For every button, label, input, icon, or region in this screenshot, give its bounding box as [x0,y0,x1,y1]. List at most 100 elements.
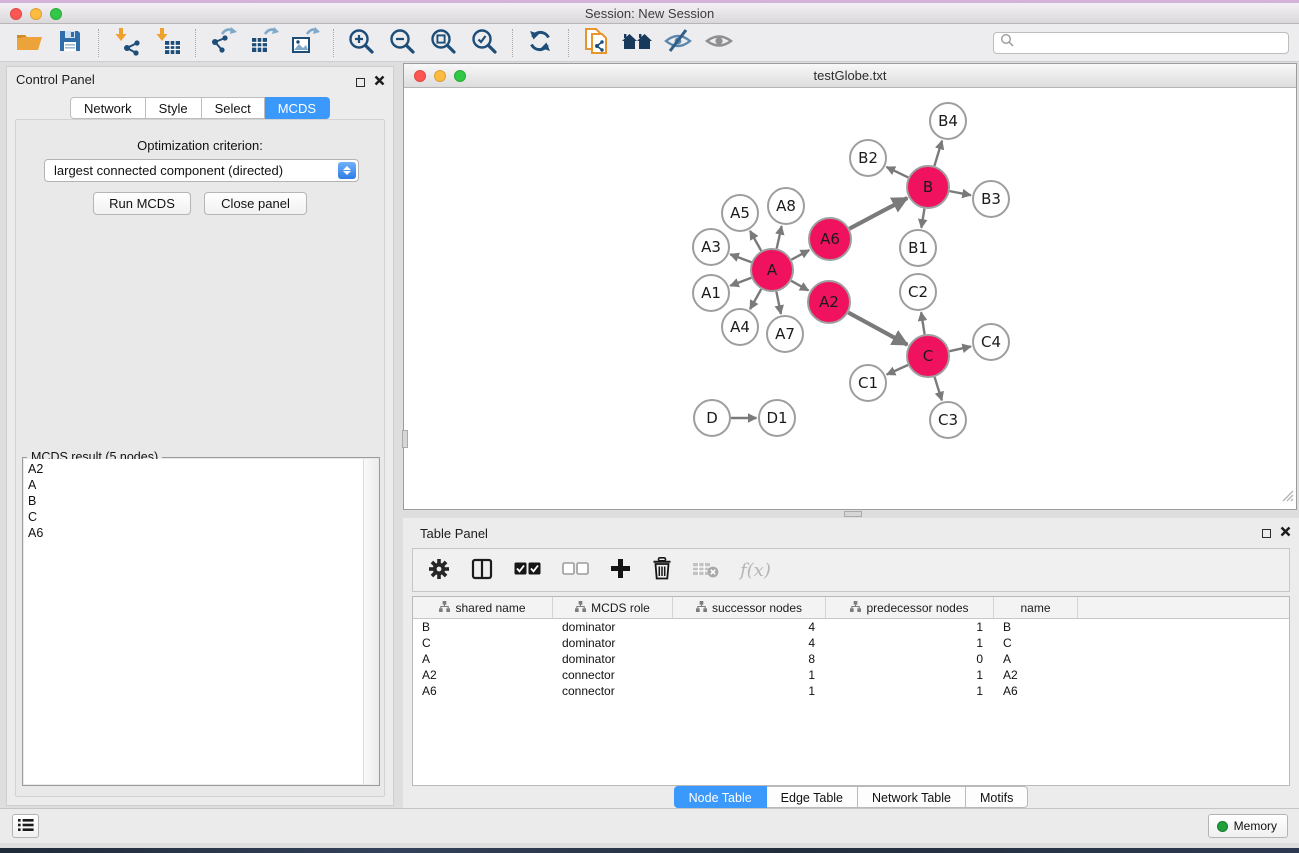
graph-edge-A-A2[interactable] [791,281,808,291]
column-header-name[interactable]: name [994,597,1078,618]
graph-edge-A-A4[interactable] [750,289,761,309]
graph-edge-A-A3[interactable] [730,254,751,262]
graphics-details-button[interactable] [661,27,695,59]
network-canvas[interactable]: B4B2BB3A8A5A6A3B1AA1C2A2A4A7C4CC1C3DD1 [405,89,1295,508]
graph-node-A3[interactable]: A3 [693,229,729,265]
function-builder-button[interactable]: f(x) [740,560,771,581]
graph-edge-B-B1[interactable] [921,209,924,228]
float-panel-icon[interactable] [1262,529,1271,538]
column-header-predecessor-nodes[interactable]: predecessor nodes [826,597,994,618]
export-network-button[interactable] [206,27,240,59]
tab-node-table[interactable]: Node Table [674,786,767,808]
graph-edge-B-B3[interactable] [950,191,971,195]
graph-node-A5[interactable]: A5 [722,195,758,231]
graph-node-B[interactable]: B [907,166,949,208]
network-overview-button[interactable] [620,27,654,59]
graph-edge-A-A8[interactable] [777,226,782,248]
mcds-result-item[interactable]: B [28,493,363,509]
close-panel-icon[interactable] [1280,524,1291,542]
table-row[interactable]: Bdominator41B [413,619,1289,635]
graph-node-D[interactable]: D [694,400,730,436]
split-divider-handle[interactable] [844,511,862,517]
column-header-MCDS-role[interactable]: MCDS role [553,597,673,618]
zoom-in-button[interactable] [344,27,378,59]
tab-edge-table[interactable]: Edge Table [767,786,858,808]
open-session-button[interactable] [12,27,46,59]
graph-node-A7[interactable]: A7 [767,316,803,352]
import-table-button[interactable] [150,27,184,59]
criterion-dropdown[interactable]: largest connected component (directed) [44,159,359,182]
select-all-columns-button[interactable] [514,562,541,578]
table-row[interactable]: Adominator80A [413,651,1289,667]
table-row[interactable]: A2connector11A2 [413,667,1289,683]
export-table-button[interactable] [247,27,281,59]
import-network-button[interactable] [109,27,143,59]
graph-node-A8[interactable]: A8 [768,188,804,224]
refresh-button[interactable] [523,27,557,59]
graph-edge-A-A7[interactable] [776,292,781,314]
table-settings-button[interactable] [428,558,450,583]
tab-motifs[interactable]: Motifs [966,786,1028,808]
split-divider-handle[interactable] [402,430,408,448]
result-list-scrollbar[interactable] [363,459,378,784]
graph-node-C4[interactable]: C4 [973,324,1009,360]
tab-network-table[interactable]: Network Table [858,786,966,808]
split-view-button[interactable] [471,558,493,583]
save-session-button[interactable] [53,27,87,59]
graph-node-B3[interactable]: B3 [973,181,1009,217]
network-window-titlebar[interactable]: testGlobe.txt [404,64,1296,88]
tab-mcds[interactable]: MCDS [265,97,330,119]
tab-network[interactable]: Network [70,97,146,119]
graph-node-C3[interactable]: C3 [930,402,966,438]
graph-node-C2[interactable]: C2 [900,274,936,310]
close-panel-icon[interactable] [374,73,385,91]
column-header-successor-nodes[interactable]: successor nodes [673,597,826,618]
float-panel-icon[interactable] [356,78,365,87]
delete-column-button[interactable] [652,557,672,583]
window-resize-grip[interactable] [1281,489,1294,507]
graph-edge-A-A5[interactable] [750,231,761,251]
graph-edge-C-C3[interactable] [935,377,942,400]
graph-node-C[interactable]: C [907,335,949,377]
graph-node-A2[interactable]: A2 [808,281,850,323]
graph-edge-B-B2[interactable] [886,167,908,178]
graph-edge-C-C1[interactable] [887,365,908,375]
graph-node-A6[interactable]: A6 [809,218,851,260]
delete-table-button[interactable] [693,560,719,581]
mcds-result-item[interactable]: A6 [28,525,363,541]
mcds-result-item[interactable]: A2 [28,461,363,477]
graph-edge-A-A6[interactable] [791,250,809,260]
graph-edge-A6-B[interactable] [849,198,907,229]
tab-style[interactable]: Style [146,97,202,119]
task-history-button[interactable] [12,814,39,838]
mcds-result-item[interactable]: C [28,509,363,525]
zoom-fit-button[interactable] [426,27,460,59]
search-input[interactable] [1015,34,1288,52]
table-row[interactable]: A6connector11A6 [413,683,1289,699]
graph-edge-C-C2[interactable] [921,312,924,334]
graph-edge-C-C4[interactable] [949,346,971,351]
graph-edge-A2-C[interactable] [848,313,907,345]
create-column-button[interactable] [610,558,631,582]
show-details-button[interactable] [702,27,736,59]
graph-node-B1[interactable]: B1 [900,230,936,266]
table-row[interactable]: Cdominator41C [413,635,1289,651]
column-header-shared-name[interactable]: shared name [413,597,553,618]
tab-select[interactable]: Select [202,97,265,119]
memory-button[interactable]: Memory [1208,814,1288,838]
graph-node-B2[interactable]: B2 [850,140,886,176]
close-panel-button[interactable]: Close panel [204,192,307,215]
mcds-result-item[interactable]: A [28,477,363,493]
graph-node-A[interactable]: A [751,249,793,291]
zoom-out-button[interactable] [385,27,419,59]
app-titlebar[interactable]: Session: New Session [0,3,1299,24]
clone-network-button[interactable] [579,27,613,59]
graph-node-B4[interactable]: B4 [930,103,966,139]
graph-edge-A-A1[interactable] [730,278,751,286]
graph-node-C1[interactable]: C1 [850,365,886,401]
run-mcds-button[interactable]: Run MCDS [93,192,191,215]
deselect-all-columns-button[interactable] [562,562,589,578]
graph-edge-B-B4[interactable] [934,141,942,166]
graph-node-A4[interactable]: A4 [722,309,758,345]
graph-node-A1[interactable]: A1 [693,275,729,311]
